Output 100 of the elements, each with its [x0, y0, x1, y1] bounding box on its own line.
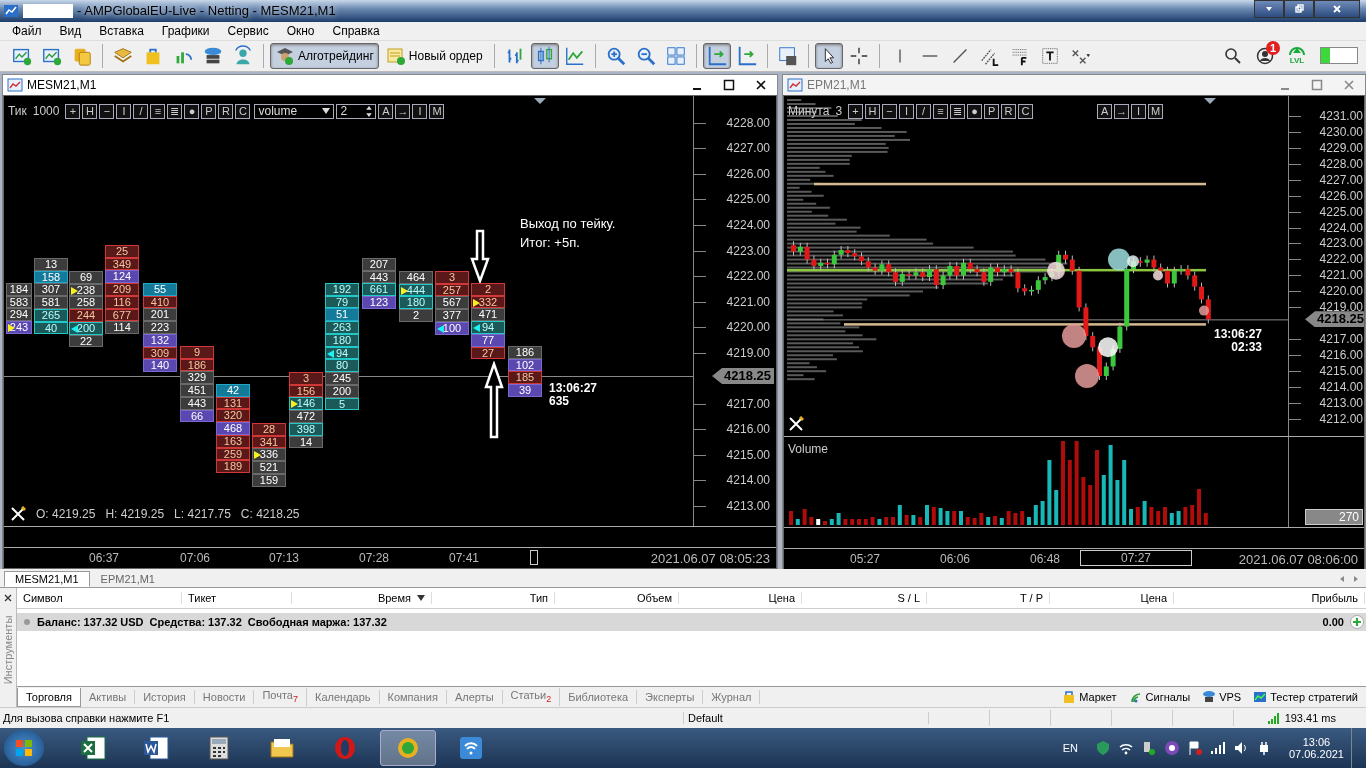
- chart-tool-button[interactable]: I: [412, 103, 428, 119]
- terminal-tab[interactable]: Компания: [379, 690, 447, 704]
- price-label: 4224.00: [1319, 220, 1363, 235]
- window-title: - AMPGlobalEU-Live - Netting - MESM21,M1: [77, 3, 336, 19]
- chart-tool-button[interactable]: I: [899, 103, 915, 119]
- column-header[interactable]: Цена: [1050, 592, 1174, 605]
- chart-tool-button[interactable]: H: [82, 103, 98, 119]
- chart-tool-button[interactable]: H: [865, 103, 881, 119]
- terminal-tab[interactable]: Почта$_{7}$: [254, 687, 307, 707]
- chart-tab[interactable]: MESM21,M1: [4, 571, 90, 588]
- chart-tool-button[interactable]: A: [378, 103, 394, 119]
- chart-tool-button[interactable]: I: [116, 103, 132, 119]
- notification-badge: 1: [1266, 40, 1281, 55]
- terminal-tab[interactable]: Новости: [194, 690, 255, 704]
- status-help-text: Для вызова справки нажмите F1: [0, 712, 684, 724]
- menu-item[interactable]: Окно: [277, 23, 324, 38]
- footprint-cell: 471: [471, 308, 505, 322]
- menu-item[interactable]: Файл: [3, 23, 51, 38]
- chart-tool-button[interactable]: A: [1097, 103, 1113, 119]
- column-header[interactable]: Цена: [679, 592, 802, 605]
- footprint-cell: 451: [180, 384, 214, 397]
- footprint-cell: 185: [508, 371, 542, 385]
- footprint-cell: 263: [325, 321, 359, 334]
- column-header[interactable]: Символ: [17, 592, 182, 605]
- new-order-button[interactable]: Новый ордер: [380, 42, 488, 69]
- footprint-cell: 472: [289, 410, 323, 423]
- chart-tool-button[interactable]: ●: [967, 103, 983, 119]
- time-label: 06:06: [940, 551, 971, 566]
- column-header[interactable]: Время: [292, 592, 432, 605]
- ohlc-text: C: 4218.25: [240, 506, 300, 521]
- service-link[interactable]: Сигналы: [1128, 690, 1191, 704]
- time-label: 07:06: [180, 550, 211, 565]
- footprint-cell: 146: [289, 397, 323, 411]
- footprint-cell: 9: [180, 345, 214, 359]
- chart-tool-button[interactable]: −: [99, 103, 115, 119]
- footprint-cell: 51: [325, 308, 359, 322]
- column-header[interactable]: Прибыль: [1174, 592, 1365, 605]
- column-header[interactable]: Тикет: [182, 592, 292, 605]
- price-label: 4219.00: [726, 345, 770, 360]
- menu-item[interactable]: Вставка: [90, 23, 153, 38]
- chart-tool-button[interactable]: /: [916, 103, 932, 119]
- time-label: 06:48: [1030, 551, 1061, 566]
- chart-tool-button[interactable]: P: [984, 103, 1000, 119]
- period-label: Минута: [788, 104, 830, 119]
- service-link[interactable]: Маркет: [1062, 690, 1117, 704]
- terminal-tab[interactable]: Журнал: [703, 690, 761, 704]
- chart-tool-button[interactable]: −: [882, 103, 898, 119]
- column-header[interactable]: Объем: [555, 592, 679, 605]
- menu-item[interactable]: Сервис: [218, 23, 278, 38]
- price-label: 4221.00: [726, 294, 770, 309]
- spinner-field[interactable]: 2: [336, 103, 377, 119]
- clock-date[interactable]: 07.06.2021: [1288, 748, 1344, 760]
- chart-tool-button[interactable]: P: [201, 103, 217, 119]
- footprint-cell: 55: [143, 282, 177, 296]
- annotation-text: Итог: +5п.: [520, 234, 581, 250]
- chart-tool-button[interactable]: R: [218, 103, 234, 119]
- indicator-dropdown[interactable]: volume: [254, 103, 335, 119]
- terminal-tab[interactable]: Статьи$_{2}$: [502, 687, 561, 707]
- chart-tool-button[interactable]: /: [133, 103, 149, 119]
- footprint-cell: 244: [69, 309, 103, 322]
- footprint-cell: 3: [435, 270, 469, 284]
- terminal-tab[interactable]: Календарь: [307, 690, 380, 704]
- chart-tool-button[interactable]: ≡: [933, 103, 949, 119]
- chart-tool-button[interactable]: ≣: [950, 103, 966, 119]
- column-header[interactable]: T / P: [927, 592, 1050, 605]
- menu-item[interactable]: Справка: [323, 23, 389, 38]
- column-header[interactable]: S / L: [802, 592, 927, 605]
- terminal-tab[interactable]: Библиотека: [560, 690, 638, 704]
- chart-tool-button[interactable]: M: [429, 103, 445, 119]
- algo-trading-button[interactable]: Алготрейдинг: [270, 42, 379, 69]
- menu-item[interactable]: Вид: [50, 23, 91, 38]
- chart-tool-button[interactable]: ≣: [167, 103, 183, 119]
- chart-tool-button[interactable]: +: [65, 103, 81, 119]
- terminal-tab[interactable]: История: [135, 690, 195, 704]
- chart-tool-button[interactable]: C: [1018, 103, 1034, 119]
- column-header[interactable]: Тип: [432, 592, 555, 605]
- chart-tool-button[interactable]: ●: [184, 103, 200, 119]
- chart-tool-button[interactable]: I: [1131, 103, 1147, 119]
- chart-tool-button[interactable]: +: [848, 103, 864, 119]
- price-label: 4216.00: [1319, 348, 1363, 363]
- clock-time[interactable]: 13:06: [1302, 736, 1331, 748]
- chart-tool-button[interactable]: M: [1148, 103, 1164, 119]
- chart-tool-button[interactable]: C: [235, 103, 251, 119]
- chart-tool-button[interactable]: ≡: [150, 103, 166, 119]
- terminal-tab[interactable]: Эксперты: [637, 690, 704, 704]
- footprint-cell: 25: [105, 244, 139, 258]
- terminal-tab[interactable]: Торговля: [17, 687, 81, 707]
- language-indicator[interactable]: EN: [1062, 742, 1078, 754]
- footprint-cell: 189: [216, 460, 250, 474]
- terminal-tab[interactable]: Активы: [80, 690, 136, 704]
- chart-tool-button[interactable]: →: [1114, 103, 1130, 119]
- chart-tool-button[interactable]: →: [395, 103, 411, 119]
- footprint-cell: 42: [216, 383, 250, 397]
- menu-item[interactable]: Графики: [152, 23, 219, 38]
- service-link[interactable]: Тестер стратегий: [1253, 690, 1358, 704]
- chart-tab[interactable]: EPM21,M1: [89, 571, 166, 588]
- chart-tool-button[interactable]: R: [1001, 103, 1017, 119]
- service-link[interactable]: VPS: [1202, 690, 1242, 704]
- terminal-tab[interactable]: Алерты: [446, 690, 503, 704]
- time-label: 07:41: [449, 550, 480, 565]
